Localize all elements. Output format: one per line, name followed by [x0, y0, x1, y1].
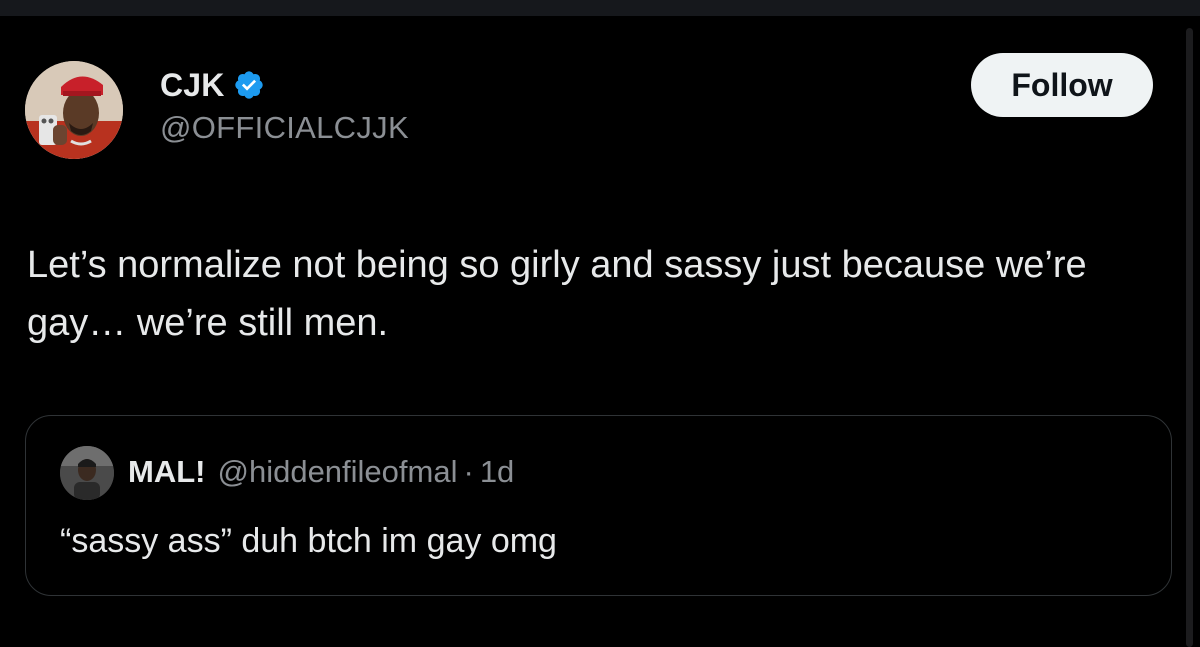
author-name-row: CJK [160, 66, 409, 104]
author-avatar[interactable] [25, 61, 123, 159]
quote-header: MAL! @hiddenfileofmal · 1d [128, 454, 514, 490]
avatar-photo [60, 446, 114, 500]
quote-author-avatar[interactable] [60, 446, 114, 500]
top-edge-strip [0, 0, 1200, 16]
quote-text: “sassy ass” duh btch im gay omg [60, 522, 557, 560]
author-display-name[interactable]: CJK [160, 67, 225, 104]
quote-author-name[interactable]: MAL! [128, 454, 205, 490]
author-info: CJK @OFFICIALCJJK [160, 66, 409, 146]
verified-badge-icon [233, 69, 265, 101]
author-handle[interactable]: @OFFICIALCJJK [160, 110, 409, 146]
quote-author-handle[interactable]: @hiddenfileofmal [217, 454, 457, 490]
quote-timestamp[interactable]: 1d [480, 454, 514, 490]
follow-button[interactable]: Follow [971, 53, 1153, 117]
scrollbar[interactable] [1186, 28, 1193, 647]
tweet-card: CJK @OFFICIALCJJK Follow Let’s normalize… [0, 16, 1180, 647]
avatar-photo [25, 61, 123, 159]
quote-tweet-card[interactable]: MAL! @hiddenfileofmal · 1d “sassy ass” d… [25, 415, 1172, 596]
tweet-text: Let’s normalize not being so girly and s… [27, 244, 1087, 344]
quote-separator: · [463, 454, 474, 489]
